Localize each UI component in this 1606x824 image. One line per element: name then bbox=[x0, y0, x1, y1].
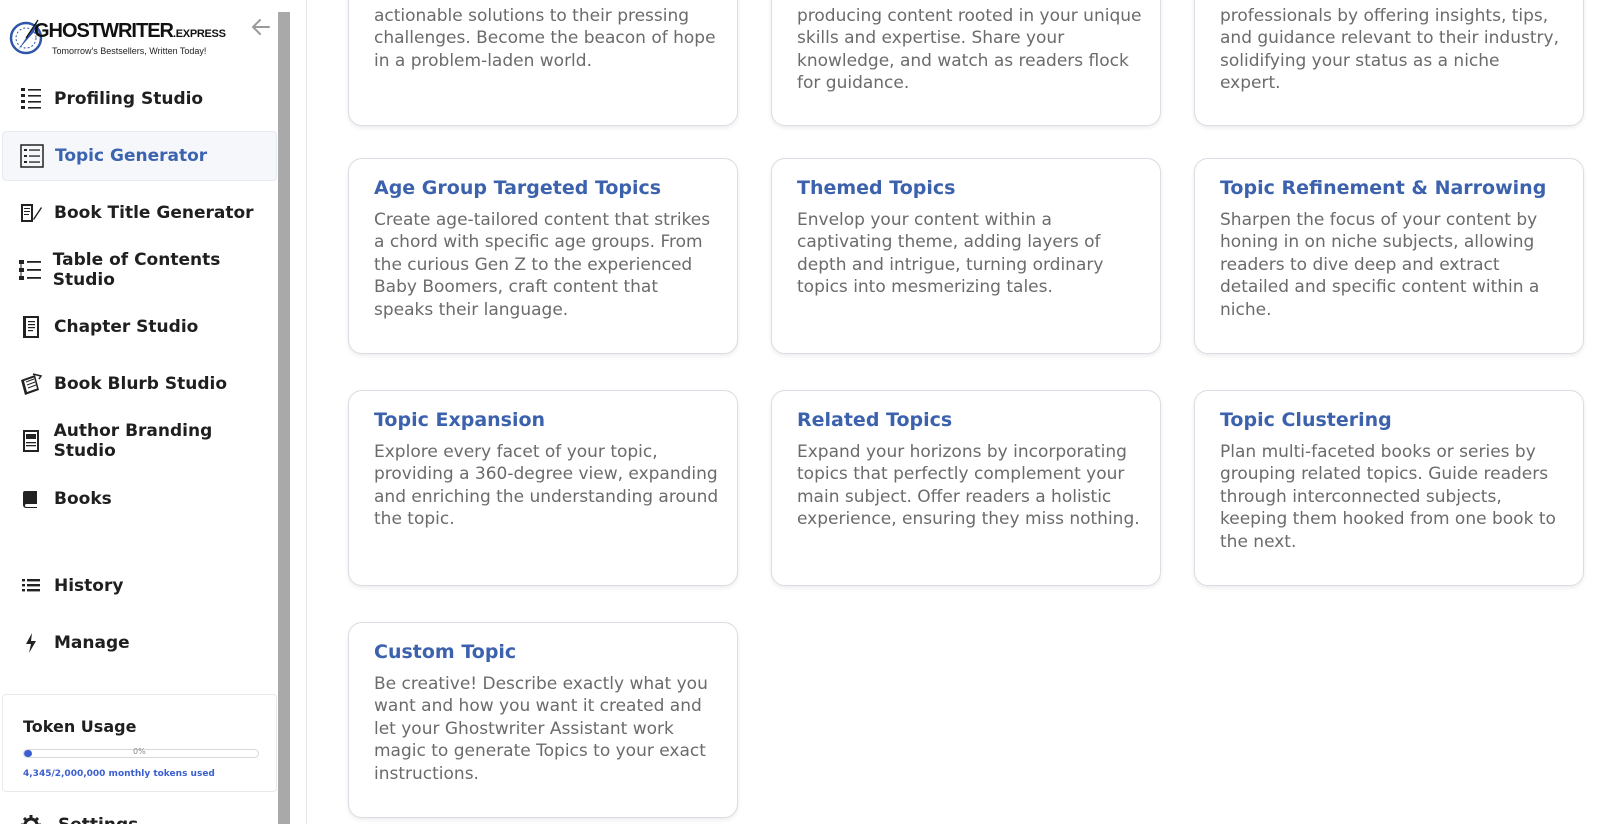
topic-card-description: Plan multi-faceted books or series by gr… bbox=[1220, 442, 1556, 552]
sidebar-item-manage[interactable]: Manage bbox=[2, 618, 277, 668]
sidebar-item-profiling-studio[interactable]: Profiling Studio bbox=[2, 74, 277, 124]
profiling-list-icon bbox=[18, 86, 44, 112]
topic-card-themed[interactable]: Themed Topics Envelop your content withi… bbox=[771, 158, 1161, 354]
sidebar-item-label: Table of Contents Studio bbox=[52, 250, 221, 290]
notebook-icon bbox=[18, 314, 44, 340]
sidebar-item-label: Topic Generator bbox=[55, 146, 208, 166]
book-icon bbox=[18, 486, 44, 512]
app-window: GHOSTWRITER.EXPRESS Tomorrow's Bestselle… bbox=[0, 0, 1606, 824]
sidebar-item-label: Author Branding Studio bbox=[53, 421, 213, 461]
topic-card-description: Create age-tailored content that strikes… bbox=[374, 210, 711, 320]
topic-card-title: Topic Expansion bbox=[374, 409, 546, 431]
topic-card-title: Topic Clustering bbox=[1220, 409, 1392, 431]
sidebar-item-label: Profiling Studio bbox=[54, 89, 204, 109]
sidebar-item-label: Book Title Generator bbox=[54, 203, 254, 223]
topic-card-description: Expand your horizons by incorporating to… bbox=[797, 442, 1140, 530]
topic-card-description: producing content rooted in your unique … bbox=[797, 6, 1142, 94]
collapse-sidebar-button[interactable] bbox=[248, 14, 274, 40]
topic-card-description: Explore every facet of your topic, provi… bbox=[374, 442, 719, 530]
topic-card-description: Envelop your content within a captivatin… bbox=[797, 210, 1104, 298]
brand-logo[interactable]: GHOSTWRITER.EXPRESS Tomorrow's Bestselle… bbox=[8, 14, 226, 60]
sidebar-item-label: Manage bbox=[54, 633, 130, 653]
sidebar-item-book-blurb-studio[interactable]: Book Blurb Studio bbox=[2, 359, 277, 409]
books-stack-icon bbox=[18, 371, 44, 397]
sidebar-item-chapter-studio[interactable]: Chapter Studio bbox=[2, 302, 277, 352]
topic-card-related[interactable]: Related Topics Expand your horizons by i… bbox=[771, 390, 1161, 586]
gear-icon bbox=[21, 815, 41, 824]
topic-card-clustering[interactable]: Topic Clustering Plan multi-faceted book… bbox=[1194, 390, 1584, 586]
sidebar-divider bbox=[306, 0, 307, 824]
sidebar-item-label: Chapter Studio bbox=[54, 317, 199, 337]
token-usage-panel: Token Usage 0% 4,345/2,000,000 monthly t… bbox=[2, 694, 277, 792]
sidebar-item-label: Book Blurb Studio bbox=[54, 374, 228, 394]
token-usage-title: Token Usage bbox=[23, 717, 137, 736]
topic-card-title: Custom Topic bbox=[374, 641, 517, 663]
token-usage-detail: 4,345/2,000,000 monthly tokens used bbox=[23, 769, 215, 779]
sidebar-item-author-branding-studio[interactable]: Author Branding Studio bbox=[2, 416, 277, 466]
arrow-left-icon bbox=[252, 19, 270, 35]
topic-card-title: Related Topics bbox=[797, 409, 953, 431]
topic-card-custom[interactable]: Custom Topic Be creative! Describe exact… bbox=[348, 622, 738, 818]
sidebar-item-history[interactable]: History bbox=[2, 561, 277, 611]
topic-card-refinement-narrowing[interactable]: Topic Refinement & Narrowing Sharpen the… bbox=[1194, 158, 1584, 354]
topic-card-age-group-targeted[interactable]: Age Group Targeted Topics Create age-tai… bbox=[348, 158, 738, 354]
sidebar-item-topic-generator[interactable]: Topic Generator bbox=[2, 131, 277, 181]
toc-list-icon bbox=[18, 257, 43, 283]
topic-card-description: professionals by offering insights, tips… bbox=[1220, 6, 1559, 94]
bolt-icon bbox=[18, 630, 44, 656]
topic-card-description: Sharpen the focus of your content by hon… bbox=[1220, 210, 1540, 320]
sidebar-item-table-of-contents-studio[interactable]: Table of Contents Studio bbox=[2, 245, 277, 295]
topic-card-expansion[interactable]: Topic Expansion Explore every facet of y… bbox=[348, 390, 738, 586]
list-icon bbox=[18, 573, 44, 599]
sidebar-item-label: Settings bbox=[58, 815, 138, 824]
topic-card[interactable]: professionals by offering insights, tips… bbox=[1194, 0, 1584, 126]
sidebar-scrollbar[interactable] bbox=[278, 12, 290, 824]
id-card-icon bbox=[18, 428, 44, 454]
brand-name: GHOSTWRITER.EXPRESS bbox=[34, 20, 226, 42]
sidebar-item-label: History bbox=[54, 576, 124, 596]
sidebar: GHOSTWRITER.EXPRESS Tomorrow's Bestselle… bbox=[0, 0, 278, 824]
sidebar-item-books[interactable]: Books bbox=[2, 474, 277, 524]
topic-card-title: Age Group Targeted Topics bbox=[374, 177, 662, 199]
topic-card-title: Themed Topics bbox=[797, 177, 956, 199]
token-usage-percent: 0% bbox=[133, 747, 146, 756]
book-pen-icon bbox=[18, 200, 44, 226]
topic-list-icon bbox=[19, 143, 45, 169]
topic-card-description: Be creative! Describe exactly what you w… bbox=[374, 674, 708, 784]
topic-card-title: Topic Refinement & Narrowing bbox=[1220, 177, 1547, 199]
topic-card-description: actionable solutions to their pressing c… bbox=[374, 6, 716, 71]
topic-card[interactable]: actionable solutions to their pressing c… bbox=[348, 0, 738, 126]
brand-tagline: Tomorrow's Bestsellers, Written Today! bbox=[52, 46, 207, 56]
sidebar-item-book-title-generator[interactable]: Book Title Generator bbox=[2, 188, 277, 238]
sidebar-item-label: Books bbox=[54, 489, 112, 509]
topic-card[interactable]: producing content rooted in your unique … bbox=[771, 0, 1161, 126]
sidebar-item-settings[interactable]: Settings bbox=[20, 810, 138, 824]
token-usage-fill bbox=[24, 750, 33, 757]
